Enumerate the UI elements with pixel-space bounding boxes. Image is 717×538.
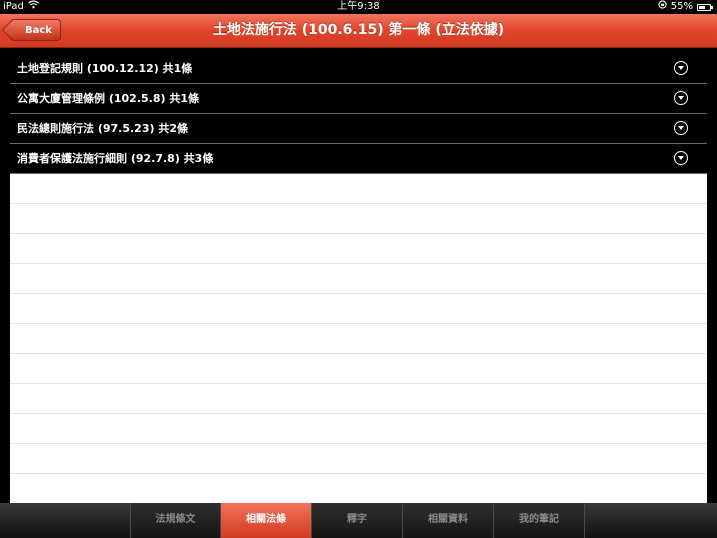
battery-icon xyxy=(697,3,713,11)
empty-row xyxy=(10,474,707,503)
navigation-bar: 土地法施行法 (100.6.15) 第一條 (立法依據) Back xyxy=(0,14,717,48)
related-laws-list: 土地登記規則 (100.12.12) 共1條 公寓大廈管理條例 (102.5.8… xyxy=(10,54,707,503)
expand-arrow-icon[interactable] xyxy=(674,91,688,105)
tab-bar: 法規條文 相關法條 釋字 相關資料 我的筆記 xyxy=(0,503,717,538)
expand-arrow-icon[interactable] xyxy=(674,151,688,165)
expand-arrow-icon[interactable] xyxy=(674,121,688,135)
empty-row xyxy=(10,294,707,324)
empty-row xyxy=(10,414,707,444)
tab-related-laws[interactable]: 相關法條 xyxy=(221,503,312,538)
empty-row xyxy=(10,234,707,264)
law-label: 公寓大廈管理條例 (102.5.8) 共1條 xyxy=(17,92,199,105)
empty-row xyxy=(10,204,707,234)
law-row[interactable]: 公寓大廈管理條例 (102.5.8) 共1條 xyxy=(10,84,707,114)
tab-group: 法規條文 相關法條 釋字 相關資料 我的筆記 xyxy=(130,503,585,538)
empty-row xyxy=(10,354,707,384)
empty-row xyxy=(10,324,707,354)
law-row[interactable]: 民法總則施行法 (97.5.23) 共2條 xyxy=(10,114,707,144)
empty-row xyxy=(10,174,707,204)
battery-percent: 55% xyxy=(670,1,693,12)
clock: 上午9:38 xyxy=(337,1,380,12)
law-label: 消費者保護法施行細則 (92.7.8) 共3條 xyxy=(17,152,214,165)
empty-row xyxy=(10,264,707,294)
law-row[interactable]: 消費者保護法施行細則 (92.7.8) 共3條 xyxy=(10,144,707,174)
back-button-label: Back xyxy=(25,25,52,36)
empty-row xyxy=(10,444,707,474)
back-button[interactable]: Back xyxy=(10,19,61,41)
law-row[interactable]: 土地登記規則 (100.12.12) 共1條 xyxy=(10,54,707,84)
law-label: 民法總則施行法 (97.5.23) 共2條 xyxy=(17,122,188,135)
rotation-lock-icon xyxy=(658,0,667,14)
tab-my-notes[interactable]: 我的筆記 xyxy=(494,503,585,538)
tab-law-articles[interactable]: 法規條文 xyxy=(130,503,221,538)
tab-related-materials[interactable]: 相關資料 xyxy=(403,503,494,538)
page-title: 土地法施行法 (100.6.15) 第一條 (立法依據) xyxy=(212,22,505,38)
status-right: 55% xyxy=(658,0,713,14)
tab-interpretations[interactable]: 釋字 xyxy=(312,503,403,538)
expand-arrow-icon[interactable] xyxy=(674,61,688,75)
empty-row xyxy=(10,384,707,414)
law-label: 土地登記規則 (100.12.12) 共1條 xyxy=(17,62,193,75)
status-bar: iPad 上午9:38 55% xyxy=(0,0,717,14)
